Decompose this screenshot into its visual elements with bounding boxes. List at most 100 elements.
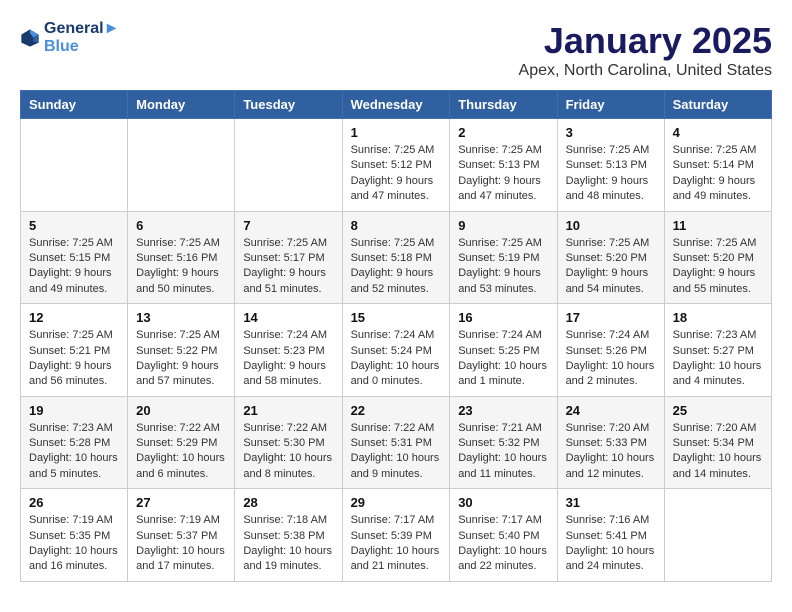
cell-info: Sunrise: 7:19 AM Sunset: 5:37 PM Dayligh… — [136, 513, 226, 575]
cell-info: Sunrise: 7:25 AM Sunset: 5:12 PM Dayligh… — [351, 143, 442, 205]
calendar-cell: 12 Sunrise: 7:25 AM Sunset: 5:21 PM Dayli… — [21, 304, 128, 397]
calendar-week-4: 19Sunrise: 7:23 AM Sunset: 5:28 PM Dayli… — [21, 396, 772, 489]
day-header-wednesday: Wednesday — [342, 91, 450, 119]
cell-info: Sunrise: 7:22 AM Sunset: 5:31 PM Dayligh… — [351, 421, 442, 483]
calendar-cell: 20 Sunrise: 7:22 AM Sunset: 5:29 PM Dayli… — [128, 396, 235, 489]
cell-info: Sunrise: 7:25 AM Sunset: 5:15 PM Dayligh… — [29, 236, 119, 298]
logo-icon — [20, 28, 40, 48]
calendar-cell: 17 Sunrise: 7:24 AM Sunset: 5:26 PM Dayli… — [557, 304, 664, 397]
month-title: January 2025 — [519, 20, 772, 62]
cell-info: Sunrise: 7:16 AM Sunset: 5:41 PM Dayligh… — [566, 513, 656, 575]
calendar-week-3: 12 Sunrise: 7:25 AM Sunset: 5:21 PM Dayli… — [21, 304, 772, 397]
day-number: 10 — [566, 218, 656, 233]
day-header-thursday: Thursday — [450, 91, 557, 119]
cell-info: Sunrise: 7:25 AM Sunset: 5:19 PM Dayligh… — [458, 236, 548, 298]
calendar-cell — [235, 119, 342, 212]
cell-info: Sunrise: 7:22 AM Sunset: 5:30 PM Dayligh… — [243, 421, 333, 483]
day-number: 4 — [673, 125, 763, 140]
day-number: 25 — [673, 403, 763, 418]
calendar: SundayMondayTuesdayWednesdayThursdayFrid… — [20, 90, 772, 582]
day-header-tuesday: Tuesday — [235, 91, 342, 119]
day-number: 29 — [351, 495, 442, 510]
calendar-cell: 5Sunrise: 7:25 AM Sunset: 5:15 PM Daylig… — [21, 211, 128, 304]
calendar-cell — [21, 119, 128, 212]
calendar-cell: 22 Sunrise: 7:22 AM Sunset: 5:31 PM Dayli… — [342, 396, 450, 489]
calendar-cell: 10 Sunrise: 7:25 AM Sunset: 5:20 PM Dayli… — [557, 211, 664, 304]
cell-info: Sunrise: 7:22 AM Sunset: 5:29 PM Dayligh… — [136, 421, 226, 483]
calendar-cell: 1 Sunrise: 7:25 AM Sunset: 5:12 PM Daylig… — [342, 119, 450, 212]
page-header: General► Blue January 2025 Apex, North C… — [20, 20, 772, 80]
calendar-cell: 4 Sunrise: 7:25 AM Sunset: 5:14 PM Daylig… — [664, 119, 771, 212]
calendar-cell: 27 Sunrise: 7:19 AM Sunset: 5:37 PM Dayli… — [128, 489, 235, 582]
day-header-friday: Friday — [557, 91, 664, 119]
cell-info: Sunrise: 7:17 AM Sunset: 5:40 PM Dayligh… — [458, 513, 548, 575]
cell-info: Sunrise: 7:24 AM Sunset: 5:26 PM Dayligh… — [566, 328, 656, 390]
calendar-cell: 19Sunrise: 7:23 AM Sunset: 5:28 PM Dayli… — [21, 396, 128, 489]
cell-info: Sunrise: 7:25 AM Sunset: 5:18 PM Dayligh… — [351, 236, 442, 298]
logo: General► Blue — [20, 20, 119, 56]
day-number: 15 — [351, 310, 442, 325]
calendar-header-row: SundayMondayTuesdayWednesdayThursdayFrid… — [21, 91, 772, 119]
cell-info: Sunrise: 7:25 AM Sunset: 5:13 PM Dayligh… — [458, 143, 548, 205]
cell-info: Sunrise: 7:25 AM Sunset: 5:21 PM Dayligh… — [29, 328, 119, 390]
day-header-monday: Monday — [128, 91, 235, 119]
title-block: January 2025 Apex, North Carolina, Unite… — [519, 20, 772, 80]
calendar-cell: 23Sunrise: 7:21 AM Sunset: 5:32 PM Dayli… — [450, 396, 557, 489]
cell-info: Sunrise: 7:23 AM Sunset: 5:27 PM Dayligh… — [673, 328, 763, 390]
calendar-cell: 7Sunrise: 7:25 AM Sunset: 5:17 PM Daylig… — [235, 211, 342, 304]
day-number: 24 — [566, 403, 656, 418]
cell-info: Sunrise: 7:25 AM Sunset: 5:14 PM Dayligh… — [673, 143, 763, 205]
cell-info: Sunrise: 7:25 AM Sunset: 5:22 PM Dayligh… — [136, 328, 226, 390]
calendar-cell — [664, 489, 771, 582]
cell-info: Sunrise: 7:21 AM Sunset: 5:32 PM Dayligh… — [458, 421, 548, 483]
day-number: 27 — [136, 495, 226, 510]
day-number: 8 — [351, 218, 442, 233]
day-number: 18 — [673, 310, 763, 325]
calendar-cell: 24 Sunrise: 7:20 AM Sunset: 5:33 PM Dayli… — [557, 396, 664, 489]
calendar-cell: 14Sunrise: 7:24 AM Sunset: 5:23 PM Dayli… — [235, 304, 342, 397]
day-number: 28 — [243, 495, 333, 510]
calendar-week-1: 1 Sunrise: 7:25 AM Sunset: 5:12 PM Daylig… — [21, 119, 772, 212]
calendar-cell: 6Sunrise: 7:25 AM Sunset: 5:16 PM Daylig… — [128, 211, 235, 304]
cell-info: Sunrise: 7:25 AM Sunset: 5:16 PM Dayligh… — [136, 236, 226, 298]
calendar-cell: 11Sunrise: 7:25 AM Sunset: 5:20 PM Dayli… — [664, 211, 771, 304]
cell-info: Sunrise: 7:17 AM Sunset: 5:39 PM Dayligh… — [351, 513, 442, 575]
cell-info: Sunrise: 7:20 AM Sunset: 5:34 PM Dayligh… — [673, 421, 763, 483]
cell-info: Sunrise: 7:25 AM Sunset: 5:20 PM Dayligh… — [566, 236, 656, 298]
day-number: 3 — [566, 125, 656, 140]
calendar-cell: 2 Sunrise: 7:25 AM Sunset: 5:13 PM Daylig… — [450, 119, 557, 212]
day-number: 1 — [351, 125, 442, 140]
cell-info: Sunrise: 7:20 AM Sunset: 5:33 PM Dayligh… — [566, 421, 656, 483]
cell-info: Sunrise: 7:19 AM Sunset: 5:35 PM Dayligh… — [29, 513, 119, 575]
day-number: 2 — [458, 125, 548, 140]
calendar-cell: 28 Sunrise: 7:18 AM Sunset: 5:38 PM Dayli… — [235, 489, 342, 582]
cell-info: Sunrise: 7:25 AM Sunset: 5:20 PM Dayligh… — [673, 236, 763, 298]
calendar-week-5: 26 Sunrise: 7:19 AM Sunset: 5:35 PM Dayli… — [21, 489, 772, 582]
cell-info: Sunrise: 7:24 AM Sunset: 5:24 PM Dayligh… — [351, 328, 442, 390]
day-header-saturday: Saturday — [664, 91, 771, 119]
calendar-cell: 8 Sunrise: 7:25 AM Sunset: 5:18 PM Daylig… — [342, 211, 450, 304]
logo-text: General► Blue — [44, 20, 119, 56]
calendar-cell: 29 Sunrise: 7:17 AM Sunset: 5:39 PM Dayli… — [342, 489, 450, 582]
day-number: 13 — [136, 310, 226, 325]
day-header-sunday: Sunday — [21, 91, 128, 119]
day-number: 12 — [29, 310, 119, 325]
day-number: 14 — [243, 310, 333, 325]
day-number: 17 — [566, 310, 656, 325]
day-number: 30 — [458, 495, 548, 510]
day-number: 26 — [29, 495, 119, 510]
cell-info: Sunrise: 7:23 AM Sunset: 5:28 PM Dayligh… — [29, 421, 119, 483]
calendar-cell: 15 Sunrise: 7:24 AM Sunset: 5:24 PM Dayli… — [342, 304, 450, 397]
day-number: 9 — [458, 218, 548, 233]
day-number: 31 — [566, 495, 656, 510]
day-number: 20 — [136, 403, 226, 418]
calendar-cell: 21Sunrise: 7:22 AM Sunset: 5:30 PM Dayli… — [235, 396, 342, 489]
calendar-cell — [128, 119, 235, 212]
cell-info: Sunrise: 7:18 AM Sunset: 5:38 PM Dayligh… — [243, 513, 333, 575]
calendar-week-2: 5Sunrise: 7:25 AM Sunset: 5:15 PM Daylig… — [21, 211, 772, 304]
day-number: 22 — [351, 403, 442, 418]
calendar-cell: 25 Sunrise: 7:20 AM Sunset: 5:34 PM Dayli… — [664, 396, 771, 489]
cell-info: Sunrise: 7:25 AM Sunset: 5:13 PM Dayligh… — [566, 143, 656, 205]
cell-info: Sunrise: 7:24 AM Sunset: 5:25 PM Dayligh… — [458, 328, 548, 390]
calendar-cell: 13 Sunrise: 7:25 AM Sunset: 5:22 PM Dayli… — [128, 304, 235, 397]
